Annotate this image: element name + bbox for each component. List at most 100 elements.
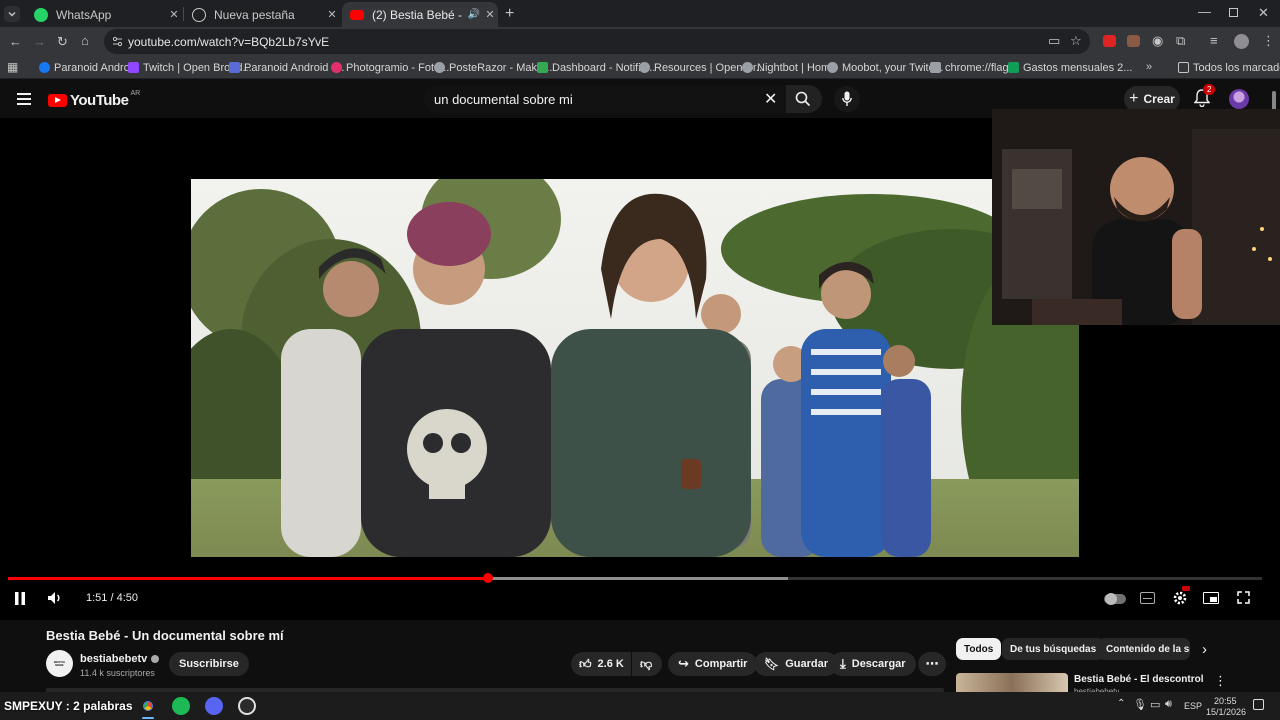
recommended-title[interactable]: Bestia Bebé - El descontrol xyxy=(1074,674,1203,685)
share-icon: ↪ xyxy=(678,656,689,671)
progress-scrubber-handle[interactable] xyxy=(483,573,494,583)
tab-whatsapp[interactable]: WhatsApp ✕ xyxy=(26,2,182,27)
save-button[interactable]: 🔖︎ Guardar xyxy=(754,652,839,676)
spotify-icon[interactable] xyxy=(172,697,190,715)
chip-all[interactable]: Todos xyxy=(956,638,1002,660)
bookmark-item[interactable]: Paranoid Android xyxy=(39,60,138,75)
profile-avatar[interactable] xyxy=(1234,34,1249,49)
forward-icon[interactable]: → xyxy=(33,35,46,49)
clock-date[interactable]: 15/1/2026 xyxy=(1206,707,1246,717)
recommended-thumbnail[interactable] xyxy=(956,673,1068,692)
extensions-puzzle-icon[interactable]: ⧉ xyxy=(1176,34,1185,48)
fullscreen-button[interactable] xyxy=(1237,591,1250,604)
bookmark-item[interactable]: Nightbot | Home xyxy=(742,60,836,75)
clear-search-icon[interactable]: ✕ xyxy=(764,89,777,109)
progress-bar[interactable] xyxy=(8,573,1262,583)
adblock-extension-icon[interactable] xyxy=(1103,35,1116,47)
close-tab-icon[interactable]: ✕ xyxy=(324,8,340,21)
dislike-button[interactable]: 👎︎ xyxy=(632,652,662,676)
minimize-button[interactable]: — xyxy=(1198,4,1211,19)
chip-series-content[interactable]: Contenido de la ser xyxy=(1098,638,1190,660)
bookmark-star-icon[interactable]: ☆ xyxy=(1070,34,1082,48)
more-bookmarks-icon[interactable]: » xyxy=(1146,60,1152,74)
tray-chevron-icon[interactable]: ⌃ xyxy=(1117,698,1125,709)
bookmark-item[interactable]: PosteRazor - Make... xyxy=(434,60,552,75)
media-controls-icon[interactable]: ≡ xyxy=(1210,34,1218,48)
search-button[interactable] xyxy=(786,85,822,113)
bookmark-item[interactable]: chrome://flags xyxy=(930,60,1014,75)
speaker-icon[interactable]: 🔊︎ xyxy=(1165,698,1172,711)
obs-icon[interactable] xyxy=(238,697,256,715)
facebook-icon xyxy=(39,62,50,73)
miniplayer-button[interactable] xyxy=(1203,592,1219,604)
played-bar xyxy=(8,577,489,580)
page-scrollbar[interactable] xyxy=(1272,91,1276,111)
voice-search-button[interactable] xyxy=(834,86,860,112)
autoplay-toggle[interactable] xyxy=(1104,593,1126,605)
url-text: youtube.com/watch?v=BQb2Lb7sYvE xyxy=(128,35,330,49)
cast-icon[interactable]: ▭ xyxy=(1048,34,1060,48)
chips-next-icon[interactable]: › xyxy=(1202,641,1207,658)
bookmark-item[interactable]: Photogramio - Foto... xyxy=(331,60,449,75)
input-language[interactable]: ESP xyxy=(1184,701,1202,711)
bookmark-item[interactable]: Moobot, your Twitc... xyxy=(827,60,943,75)
tab-search-button[interactable] xyxy=(4,6,20,22)
search-input[interactable]: un documental sobre mi ✕ xyxy=(424,85,786,113)
volume-button[interactable] xyxy=(47,591,63,605)
audio-playing-icon[interactable]: 🔊 xyxy=(466,9,482,20)
site-info-icon[interactable] xyxy=(112,36,123,47)
extension-icon[interactable] xyxy=(1127,35,1140,47)
microphone-tray-icon[interactable]: 🎙︎ xyxy=(1133,698,1147,711)
settings-button[interactable] xyxy=(1172,586,1190,606)
close-tab-icon[interactable]: ✕ xyxy=(166,8,182,21)
network-icon[interactable]: ▭ xyxy=(1150,698,1160,711)
close-tab-icon[interactable]: ✕ xyxy=(482,8,498,21)
pause-button[interactable] xyxy=(14,592,26,605)
active-app-indicator xyxy=(142,717,154,719)
clock-time[interactable]: 20:55 xyxy=(1214,696,1237,706)
more-actions-button[interactable]: ⋯ xyxy=(918,652,946,676)
bookmark-item[interactable]: Dashboard - Notific... xyxy=(537,60,655,75)
youtube-logo[interactable]: YouTube AR xyxy=(48,90,140,109)
bookmark-item[interactable]: Gastos mensuales 2... xyxy=(1008,60,1132,75)
tab-strip: WhatsApp ✕ Nueva pestaña ✕ (2) Bestia Be… xyxy=(0,0,1280,27)
lightbulb-extension-icon[interactable]: ◉ xyxy=(1152,34,1163,48)
tab-new-tab[interactable]: Nueva pestaña ✕ xyxy=(184,2,340,27)
sheets-icon xyxy=(1008,62,1019,73)
close-window-button[interactable]: ✕ xyxy=(1258,5,1269,21)
stream-chat-overlay: SMPEXUY : 2 palabras xyxy=(4,699,133,713)
chrome-taskbar-icon[interactable] xyxy=(139,697,157,715)
apps-grid-icon[interactable]: ▦ xyxy=(7,60,18,74)
all-bookmarks-folder[interactable]: Todos los marcadores xyxy=(1178,60,1280,75)
share-button[interactable]: ↪ Compartir xyxy=(668,652,758,676)
bookmark-label: Gastos mensuales 2... xyxy=(1023,61,1133,74)
channel-name[interactable]: bestiabebetv xyxy=(80,653,147,665)
bookmark-item[interactable]: Paranoid Android -... xyxy=(229,60,344,75)
globe-icon xyxy=(827,62,838,73)
notifications-button[interactable]: 2 xyxy=(1194,84,1216,107)
recommended-more-icon[interactable]: ⋮ xyxy=(1214,673,1227,689)
more-menu-icon[interactable]: ⋮ xyxy=(1262,34,1275,48)
reload-icon[interactable]: ↻ xyxy=(57,35,68,49)
discord-icon[interactable] xyxy=(205,697,223,715)
subtitles-button[interactable] xyxy=(1140,592,1155,604)
chip-from-searches[interactable]: De tus búsquedas xyxy=(1002,638,1105,660)
account-avatar[interactable] xyxy=(1229,89,1249,109)
like-button[interactable]: 👍︎ 2.6 K xyxy=(571,652,631,676)
download-button[interactable]: ⤓ Descargar xyxy=(830,652,916,676)
subscribe-button[interactable]: Suscribirse xyxy=(169,652,249,676)
address-bar[interactable]: youtube.com/watch?v=BQb2Lb7sYvE ▭ ☆ xyxy=(104,29,1090,54)
restore-button[interactable] xyxy=(1229,8,1238,17)
hamburger-menu-icon[interactable] xyxy=(17,93,31,105)
new-tab-button[interactable]: + xyxy=(505,5,514,23)
download-icon: ⤓ xyxy=(840,656,846,671)
video-frame[interactable] xyxy=(191,179,1079,557)
back-icon[interactable]: ← xyxy=(9,35,22,49)
chrome-flags-icon xyxy=(930,62,941,73)
channel-avatar[interactable]: BESTIA BEBE xyxy=(46,650,73,677)
video-player[interactable]: 1:51 / 4:50 xyxy=(0,109,1280,620)
home-icon[interactable]: ⌂ xyxy=(81,34,89,48)
tab-youtube[interactable]: (2) Bestia Bebé - Un documental sobre mí… xyxy=(342,2,498,27)
bookmark-label: Nightbot | Home xyxy=(757,61,837,74)
notification-center-icon[interactable] xyxy=(1253,699,1264,710)
